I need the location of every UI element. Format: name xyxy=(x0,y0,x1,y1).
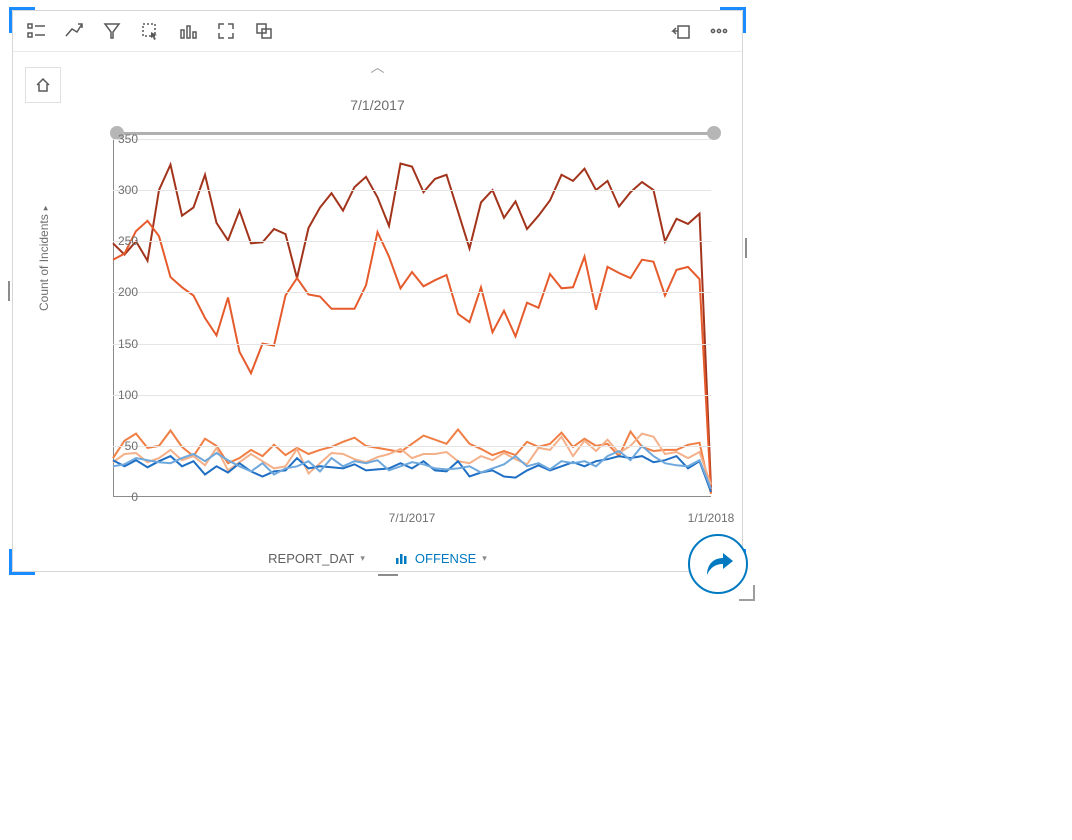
chevron-down-icon: ▾ xyxy=(482,553,487,564)
chart-type-button[interactable] xyxy=(169,12,207,50)
chart-field-wells: REPORT_DAT ▾ OFFENSE ▾ xyxy=(13,545,742,571)
x-field-chip[interactable]: REPORT_DAT ▾ xyxy=(268,551,365,566)
corner-indicator-icon xyxy=(739,585,755,601)
resize-handle[interactable] xyxy=(8,281,10,301)
y-tick-label: 150 xyxy=(118,337,138,351)
slider-handle-end[interactable] xyxy=(707,126,721,140)
slider-track[interactable] xyxy=(113,132,718,135)
x-field-label: REPORT_DAT xyxy=(268,551,354,566)
chevron-down-icon: ▾ xyxy=(360,553,365,564)
collapse-chevron-icon[interactable]: ︿ xyxy=(371,57,385,77)
resize-handle[interactable] xyxy=(745,238,747,258)
y-tick-label: 350 xyxy=(118,132,138,146)
export-button[interactable] xyxy=(662,12,700,50)
trend-button[interactable] xyxy=(55,12,93,50)
card-toolbar xyxy=(13,11,742,52)
reset-extent-button[interactable] xyxy=(25,67,61,103)
x-tick-label: 1/1/2018 xyxy=(688,511,735,525)
x-tick-label: 7/1/2017 xyxy=(389,511,436,525)
chart-card: ︿ 7/1/2017 0 50 100 150 200 250 300 350 7/1/201… xyxy=(12,10,743,572)
expand-button[interactable] xyxy=(207,12,245,50)
chart-plot-area xyxy=(113,139,711,497)
more-options-button[interactable] xyxy=(700,12,738,50)
split-by-field-chip[interactable]: OFFENSE ▾ xyxy=(395,551,487,566)
resize-handle[interactable] xyxy=(378,574,398,576)
chart-lines xyxy=(113,139,711,497)
filter-button[interactable] xyxy=(93,12,131,50)
share-action-button[interactable] xyxy=(688,534,748,594)
y-tick-label: 0 xyxy=(131,490,138,504)
y-tick-label: 50 xyxy=(125,439,138,453)
y-tick-label: 250 xyxy=(118,234,138,248)
y-tick-label: 300 xyxy=(118,183,138,197)
y-axis-label[interactable]: Count of Incidents xyxy=(37,206,51,311)
bar-chart-icon xyxy=(395,551,409,565)
series-line xyxy=(113,164,711,488)
time-slider-label: 7/1/2017 xyxy=(350,97,405,113)
legend-button[interactable] xyxy=(17,12,55,50)
split-field-label: OFFENSE xyxy=(415,551,476,566)
y-tick-label: 200 xyxy=(118,285,138,299)
selection-button[interactable] xyxy=(131,12,169,50)
y-tick-label: 100 xyxy=(118,388,138,402)
flip-card-button[interactable] xyxy=(245,12,283,50)
